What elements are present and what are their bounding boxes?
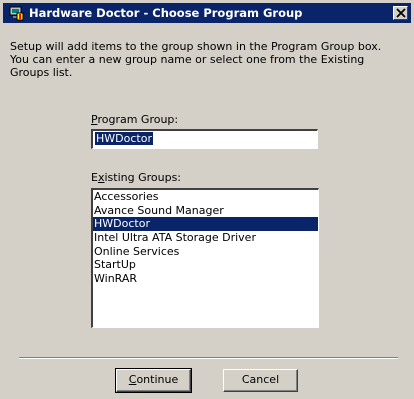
program-group-value: HWDoctor — [95, 132, 153, 145]
list-item[interactable]: Online Services — [93, 245, 318, 259]
close-icon — [396, 8, 406, 18]
intro-text: Setup will add items to the group shown … — [10, 40, 382, 79]
continue-button[interactable]: Continue — [115, 368, 192, 393]
program-group-input[interactable]: HWDoctor — [91, 129, 318, 149]
dialog-window: Hardware Doctor - Choose Program Group S… — [0, 0, 414, 399]
close-button[interactable] — [393, 6, 408, 20]
hardware-doctor-icon — [9, 6, 24, 21]
list-item[interactable]: Accessories — [93, 190, 318, 204]
list-item[interactable]: StartUp — [93, 258, 318, 272]
list-item-selected[interactable]: HWDoctor — [93, 217, 318, 232]
list-item[interactable]: WinRAR — [93, 272, 318, 286]
list-item[interactable]: Intel Ultra ATA Storage Driver — [93, 231, 318, 245]
existing-groups-list[interactable]: Accessories Avance Sound Manager HWDocto… — [91, 188, 319, 328]
existing-groups-label: Existing Groups: — [91, 171, 182, 184]
window-title: Hardware Doctor - Choose Program Group — [29, 6, 303, 20]
list-item[interactable]: Avance Sound Manager — [93, 204, 318, 218]
separator — [19, 357, 398, 359]
title-bar[interactable]: Hardware Doctor - Choose Program Group — [3, 3, 411, 23]
cancel-button[interactable]: Cancel — [223, 369, 298, 392]
program-group-label: Program Group: — [91, 113, 179, 126]
